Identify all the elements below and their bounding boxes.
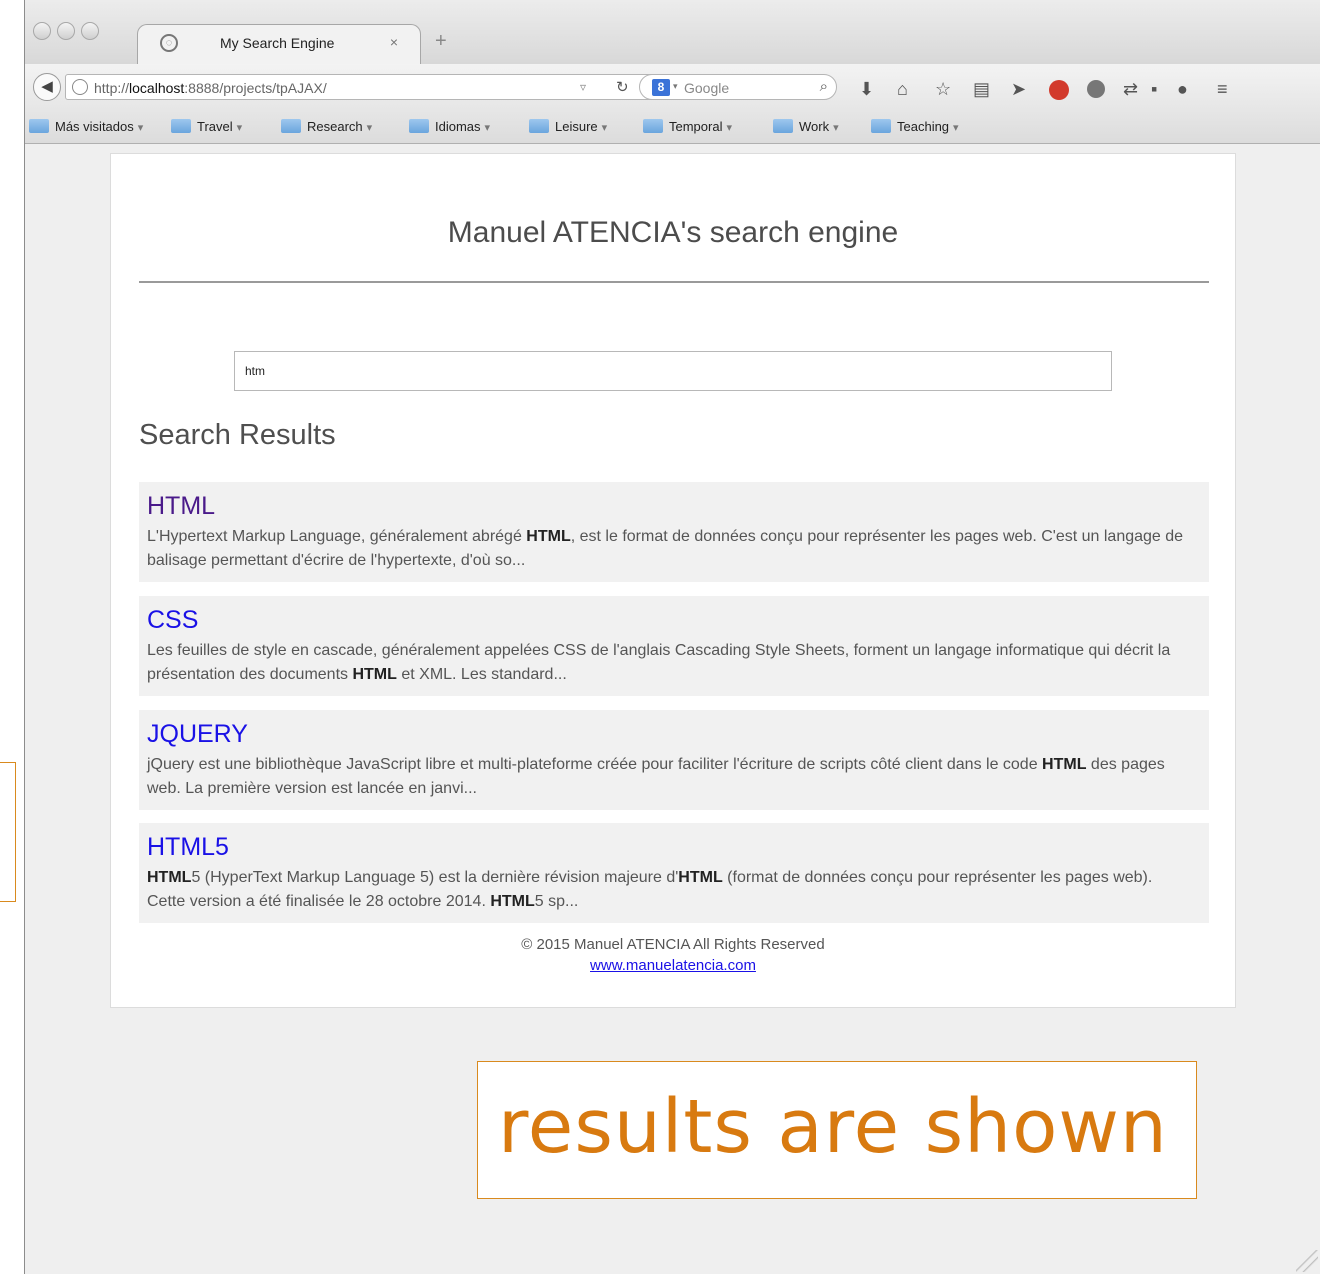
title-bar: ◌ My Search Engine × + [25,0,1320,64]
download-icon[interactable]: ⬇ [859,80,874,98]
results-heading: Search Results [139,419,336,451]
title-divider [139,281,1209,283]
folder-icon [643,119,663,133]
url-text[interactable]: http://localhost:8888/projects/tpAJAX/ [94,80,327,96]
result-item: CSS Les feuilles de style en cascade, gé… [139,596,1209,696]
folder-icon [29,119,49,133]
annotation-bracket [0,762,16,902]
adblock-icon[interactable] [1049,80,1069,100]
page-container: Manuel ATENCIA's search engine Search Re… [110,153,1236,1008]
new-tab-button[interactable]: + [435,30,447,53]
magnifier-icon[interactable]: ⌕ [820,78,828,95]
close-window-button[interactable] [33,22,51,40]
extension-icon[interactable] [1087,80,1105,98]
bookmarks-toolbar: Más visitados ▾ Travel ▾ Research ▾ Idiomas… [25,110,1320,144]
result-snippet: Les feuilles de style en cascade, généra… [147,642,1171,683]
result-item: JQUERY jQuery est une bibliothèque JavaS… [139,710,1209,810]
url-bar[interactable]: http://localhost:8888/projects/tpAJAX/ ▿… [65,74,659,100]
result-title-link[interactable]: CSS [147,606,1209,634]
minimize-window-button[interactable] [57,22,75,40]
window-controls [33,22,99,40]
zoom-window-button[interactable] [81,22,99,40]
url-history-dropdown-icon[interactable]: ▿ [580,80,586,94]
result-snippet: L'Hypertext Markup Language, généralemen… [147,528,1184,569]
copyright-text: © 2015 Manuel ATENCIA All Rights Reserve… [521,936,825,953]
bookmark-travel[interactable]: Travel ▾ [171,119,242,134]
reload-icon[interactable]: ↻ [616,78,629,96]
bookmark-research[interactable]: Research ▾ [281,119,372,134]
result-snippet: jQuery est une bibliothèque JavaScript l… [147,756,1165,797]
bookmark-mas-visitados[interactable]: Más visitados ▾ [29,119,143,134]
result-snippet: HTML5 (HyperText Markup Language 5) est … [147,869,1153,910]
bookmark-idiomas[interactable]: Idiomas ▾ [409,119,490,134]
site-identity-icon[interactable] [72,79,88,95]
globe-icon: ◌ [160,34,178,52]
folder-icon [529,119,549,133]
result-item: HTML L'Hypertext Markup Language, généra… [139,482,1209,582]
annotation-callout-text: results are shown [498,1084,1168,1170]
tab-title: My Search Engine [220,35,335,51]
search-engine-bar[interactable]: 8 ▾ Google ⌕ [639,74,837,100]
tab-my-search-engine[interactable]: ◌ My Search Engine × [137,24,421,64]
resize-grip[interactable] [1296,1250,1318,1272]
navigation-bar: ◀ http://localhost:8888/projects/tpAJAX/… [25,64,1320,110]
chat-icon[interactable]: ● [1177,80,1188,98]
bookmark-work[interactable]: Work ▾ [773,119,839,134]
bookmark-leisure[interactable]: Leisure ▾ [529,119,607,134]
annotation-callout: results are shown [477,1061,1197,1199]
folder-icon [171,119,191,133]
folder-icon [871,119,891,133]
search-engine-placeholder: Google [684,80,730,96]
result-title-link[interactable]: HTML [147,492,1209,520]
folder-icon [281,119,301,133]
result-item: HTML5 HTML5 (HyperText Markup Language 5… [139,823,1209,923]
send-icon[interactable]: ➤ [1011,80,1026,98]
bookmark-teaching[interactable]: Teaching ▾ [871,119,959,134]
back-button[interactable]: ◀ [33,73,61,101]
result-title-link[interactable]: HTML5 [147,833,1209,861]
search-input[interactable] [234,351,1112,391]
page-title: Manuel ATENCIA's search engine [447,216,899,249]
folder-icon [409,119,429,133]
home-icon[interactable]: ⌂ [897,80,908,98]
addon-dropdown-icon[interactable]: ▪ [1151,80,1157,98]
engine-dropdown-icon[interactable]: ▾ [673,81,678,92]
result-title-link[interactable]: JQUERY [147,720,1209,748]
google-logo-icon[interactable]: 8 [652,79,670,96]
bookmark-star-icon[interactable]: ☆ [935,80,951,98]
bookmarks-menu-icon[interactable]: ▤ [973,80,990,98]
footer-website-link[interactable]: www.manuelatencia.com [111,957,1235,974]
folder-icon [773,119,793,133]
tab-close-icon[interactable]: × [390,34,398,50]
menu-icon[interactable]: ≡ [1217,80,1228,98]
addon-icon[interactable]: ⇄ [1123,80,1138,98]
bookmark-temporal[interactable]: Temporal ▾ [643,119,732,134]
page-footer: © 2015 Manuel ATENCIA All Rights Reserve… [111,936,1235,974]
